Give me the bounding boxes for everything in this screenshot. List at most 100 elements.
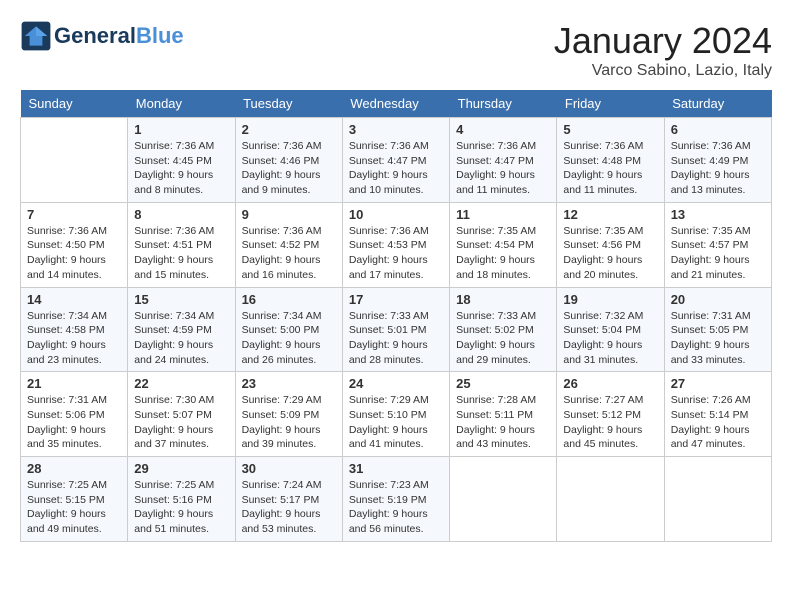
calendar-cell: 21 Sunrise: 7:31 AMSunset: 5:06 PMDayligh… bbox=[21, 372, 128, 457]
weekday-header: Tuesday bbox=[235, 90, 342, 118]
day-info: Sunrise: 7:36 AMSunset: 4:45 PMDaylight:… bbox=[134, 139, 228, 198]
day-number: 29 bbox=[134, 461, 228, 476]
day-number: 4 bbox=[456, 122, 550, 137]
day-number: 9 bbox=[242, 207, 336, 222]
day-number: 30 bbox=[242, 461, 336, 476]
calendar-cell: 23 Sunrise: 7:29 AMSunset: 5:09 PMDayligh… bbox=[235, 372, 342, 457]
day-info: Sunrise: 7:36 AMSunset: 4:47 PMDaylight:… bbox=[349, 139, 443, 198]
day-info: Sunrise: 7:33 AMSunset: 5:01 PMDaylight:… bbox=[349, 309, 443, 368]
day-number: 17 bbox=[349, 292, 443, 307]
day-number: 24 bbox=[349, 376, 443, 391]
day-number: 20 bbox=[671, 292, 765, 307]
calendar-week-row: 7 Sunrise: 7:36 AMSunset: 4:50 PMDaylight… bbox=[21, 202, 772, 287]
day-info: Sunrise: 7:32 AMSunset: 5:04 PMDaylight:… bbox=[563, 309, 657, 368]
day-info: Sunrise: 7:23 AMSunset: 5:19 PMDaylight:… bbox=[349, 478, 443, 537]
calendar-cell: 15 Sunrise: 7:34 AMSunset: 4:59 PMDayligh… bbox=[128, 287, 235, 372]
calendar-cell: 25 Sunrise: 7:28 AMSunset: 5:11 PMDayligh… bbox=[450, 372, 557, 457]
day-number: 14 bbox=[27, 292, 121, 307]
day-number: 31 bbox=[349, 461, 443, 476]
day-number: 23 bbox=[242, 376, 336, 391]
day-info: Sunrise: 7:36 AMSunset: 4:49 PMDaylight:… bbox=[671, 139, 765, 198]
calendar-table: SundayMondayTuesdayWednesdayThursdayFrid… bbox=[20, 90, 772, 542]
calendar-cell: 2 Sunrise: 7:36 AMSunset: 4:46 PMDaylight… bbox=[235, 118, 342, 203]
day-info: Sunrise: 7:26 AMSunset: 5:14 PMDaylight:… bbox=[671, 393, 765, 452]
logo: GeneralBlue bbox=[20, 20, 184, 52]
day-number: 22 bbox=[134, 376, 228, 391]
day-number: 5 bbox=[563, 122, 657, 137]
day-number: 6 bbox=[671, 122, 765, 137]
weekday-header-row: SundayMondayTuesdayWednesdayThursdayFrid… bbox=[21, 90, 772, 118]
day-number: 7 bbox=[27, 207, 121, 222]
calendar-cell: 14 Sunrise: 7:34 AMSunset: 4:58 PMDayligh… bbox=[21, 287, 128, 372]
day-info: Sunrise: 7:35 AMSunset: 4:57 PMDaylight:… bbox=[671, 224, 765, 283]
calendar-cell: 4 Sunrise: 7:36 AMSunset: 4:47 PMDaylight… bbox=[450, 118, 557, 203]
calendar-cell: 17 Sunrise: 7:33 AMSunset: 5:01 PMDayligh… bbox=[342, 287, 449, 372]
day-info: Sunrise: 7:36 AMSunset: 4:53 PMDaylight:… bbox=[349, 224, 443, 283]
calendar-cell: 12 Sunrise: 7:35 AMSunset: 4:56 PMDayligh… bbox=[557, 202, 664, 287]
day-number: 12 bbox=[563, 207, 657, 222]
location: Varco Sabino, Lazio, Italy bbox=[554, 62, 772, 80]
calendar-cell: 16Sunrise: 7:34 AMSunset: 5:00 PMDayligh… bbox=[235, 287, 342, 372]
calendar-cell: 29 Sunrise: 7:25 AMSunset: 5:16 PMDayligh… bbox=[128, 457, 235, 542]
calendar-cell: 19Sunrise: 7:32 AMSunset: 5:04 PMDayligh… bbox=[557, 287, 664, 372]
day-number: 21 bbox=[27, 376, 121, 391]
calendar-cell: 7 Sunrise: 7:36 AMSunset: 4:50 PMDaylight… bbox=[21, 202, 128, 287]
calendar-cell: 27 Sunrise: 7:26 AMSunset: 5:14 PMDayligh… bbox=[664, 372, 771, 457]
calendar-cell: 10 Sunrise: 7:36 AMSunset: 4:53 PMDayligh… bbox=[342, 202, 449, 287]
day-info: Sunrise: 7:31 AMSunset: 5:05 PMDaylight:… bbox=[671, 309, 765, 368]
day-info: Sunrise: 7:25 AMSunset: 5:15 PMDaylight:… bbox=[27, 478, 121, 537]
day-info: Sunrise: 7:35 AMSunset: 4:56 PMDaylight:… bbox=[563, 224, 657, 283]
calendar-cell: 6 Sunrise: 7:36 AMSunset: 4:49 PMDaylight… bbox=[664, 118, 771, 203]
day-info: Sunrise: 7:34 AMSunset: 4:59 PMDaylight:… bbox=[134, 309, 228, 368]
day-info: Sunrise: 7:36 AMSunset: 4:50 PMDaylight:… bbox=[27, 224, 121, 283]
calendar-cell: 28 Sunrise: 7:25 AMSunset: 5:15 PMDayligh… bbox=[21, 457, 128, 542]
calendar-week-row: 21 Sunrise: 7:31 AMSunset: 5:06 PMDayligh… bbox=[21, 372, 772, 457]
day-info: Sunrise: 7:36 AMSunset: 4:47 PMDaylight:… bbox=[456, 139, 550, 198]
logo-blue: Blue bbox=[136, 23, 184, 48]
day-info: Sunrise: 7:34 AMSunset: 4:58 PMDaylight:… bbox=[27, 309, 121, 368]
day-info: Sunrise: 7:36 AMSunset: 4:46 PMDaylight:… bbox=[242, 139, 336, 198]
day-number: 2 bbox=[242, 122, 336, 137]
day-number: 10 bbox=[349, 207, 443, 222]
day-number: 18 bbox=[456, 292, 550, 307]
day-number: 16 bbox=[242, 292, 336, 307]
calendar-cell: 11Sunrise: 7:35 AMSunset: 4:54 PMDayligh… bbox=[450, 202, 557, 287]
day-info: Sunrise: 7:31 AMSunset: 5:06 PMDaylight:… bbox=[27, 393, 121, 452]
calendar-cell: 8 Sunrise: 7:36 AMSunset: 4:51 PMDaylight… bbox=[128, 202, 235, 287]
day-info: Sunrise: 7:30 AMSunset: 5:07 PMDaylight:… bbox=[134, 393, 228, 452]
calendar-cell: 13 Sunrise: 7:35 AMSunset: 4:57 PMDayligh… bbox=[664, 202, 771, 287]
weekday-header: Thursday bbox=[450, 90, 557, 118]
calendar-cell: 24 Sunrise: 7:29 AMSunset: 5:10 PMDayligh… bbox=[342, 372, 449, 457]
day-number: 25 bbox=[456, 376, 550, 391]
day-number: 28 bbox=[27, 461, 121, 476]
day-info: Sunrise: 7:27 AMSunset: 5:12 PMDaylight:… bbox=[563, 393, 657, 452]
page-header: GeneralBlue January 2024 Varco Sabino, L… bbox=[20, 20, 772, 80]
weekday-header: Sunday bbox=[21, 90, 128, 118]
day-number: 8 bbox=[134, 207, 228, 222]
calendar-week-row: 14 Sunrise: 7:34 AMSunset: 4:58 PMDayligh… bbox=[21, 287, 772, 372]
calendar-week-row: 1Sunrise: 7:36 AMSunset: 4:45 PMDaylight… bbox=[21, 118, 772, 203]
day-info: Sunrise: 7:28 AMSunset: 5:11 PMDaylight:… bbox=[456, 393, 550, 452]
day-info: Sunrise: 7:25 AMSunset: 5:16 PMDaylight:… bbox=[134, 478, 228, 537]
calendar-cell: 3Sunrise: 7:36 AMSunset: 4:47 PMDaylight… bbox=[342, 118, 449, 203]
day-info: Sunrise: 7:33 AMSunset: 5:02 PMDaylight:… bbox=[456, 309, 550, 368]
calendar-cell: 22 Sunrise: 7:30 AMSunset: 5:07 PMDayligh… bbox=[128, 372, 235, 457]
day-info: Sunrise: 7:36 AMSunset: 4:51 PMDaylight:… bbox=[134, 224, 228, 283]
day-info: Sunrise: 7:24 AMSunset: 5:17 PMDaylight:… bbox=[242, 478, 336, 537]
weekday-header: Monday bbox=[128, 90, 235, 118]
day-number: 13 bbox=[671, 207, 765, 222]
calendar-cell bbox=[21, 118, 128, 203]
day-number: 27 bbox=[671, 376, 765, 391]
weekday-header: Friday bbox=[557, 90, 664, 118]
calendar-cell: 5Sunrise: 7:36 AMSunset: 4:48 PMDaylight… bbox=[557, 118, 664, 203]
day-number: 11 bbox=[456, 207, 550, 222]
day-info: Sunrise: 7:29 AMSunset: 5:09 PMDaylight:… bbox=[242, 393, 336, 452]
day-number: 26 bbox=[563, 376, 657, 391]
calendar-cell: 9Sunrise: 7:36 AMSunset: 4:52 PMDaylight… bbox=[235, 202, 342, 287]
title-block: January 2024 Varco Sabino, Lazio, Italy bbox=[554, 20, 772, 80]
calendar-cell: 1Sunrise: 7:36 AMSunset: 4:45 PMDaylight… bbox=[128, 118, 235, 203]
weekday-header: Saturday bbox=[664, 90, 771, 118]
day-info: Sunrise: 7:29 AMSunset: 5:10 PMDaylight:… bbox=[349, 393, 443, 452]
day-number: 15 bbox=[134, 292, 228, 307]
calendar-cell bbox=[557, 457, 664, 542]
